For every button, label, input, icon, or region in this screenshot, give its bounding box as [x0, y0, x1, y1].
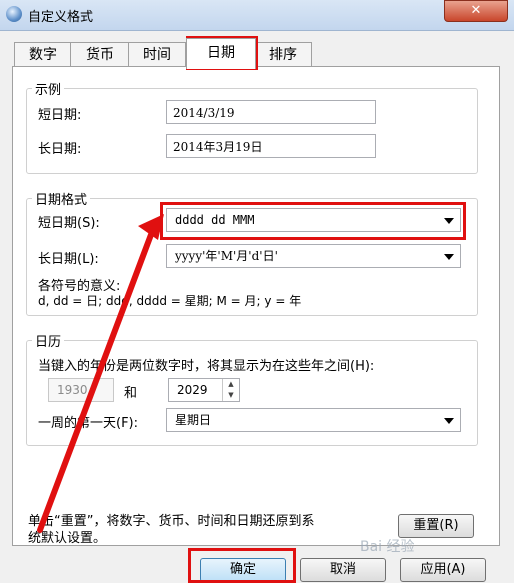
- watermark: Bai 经验: [360, 539, 415, 555]
- annotation-arrow-icon: [37, 214, 164, 533]
- tab-date[interactable]: 日期: [186, 38, 256, 69]
